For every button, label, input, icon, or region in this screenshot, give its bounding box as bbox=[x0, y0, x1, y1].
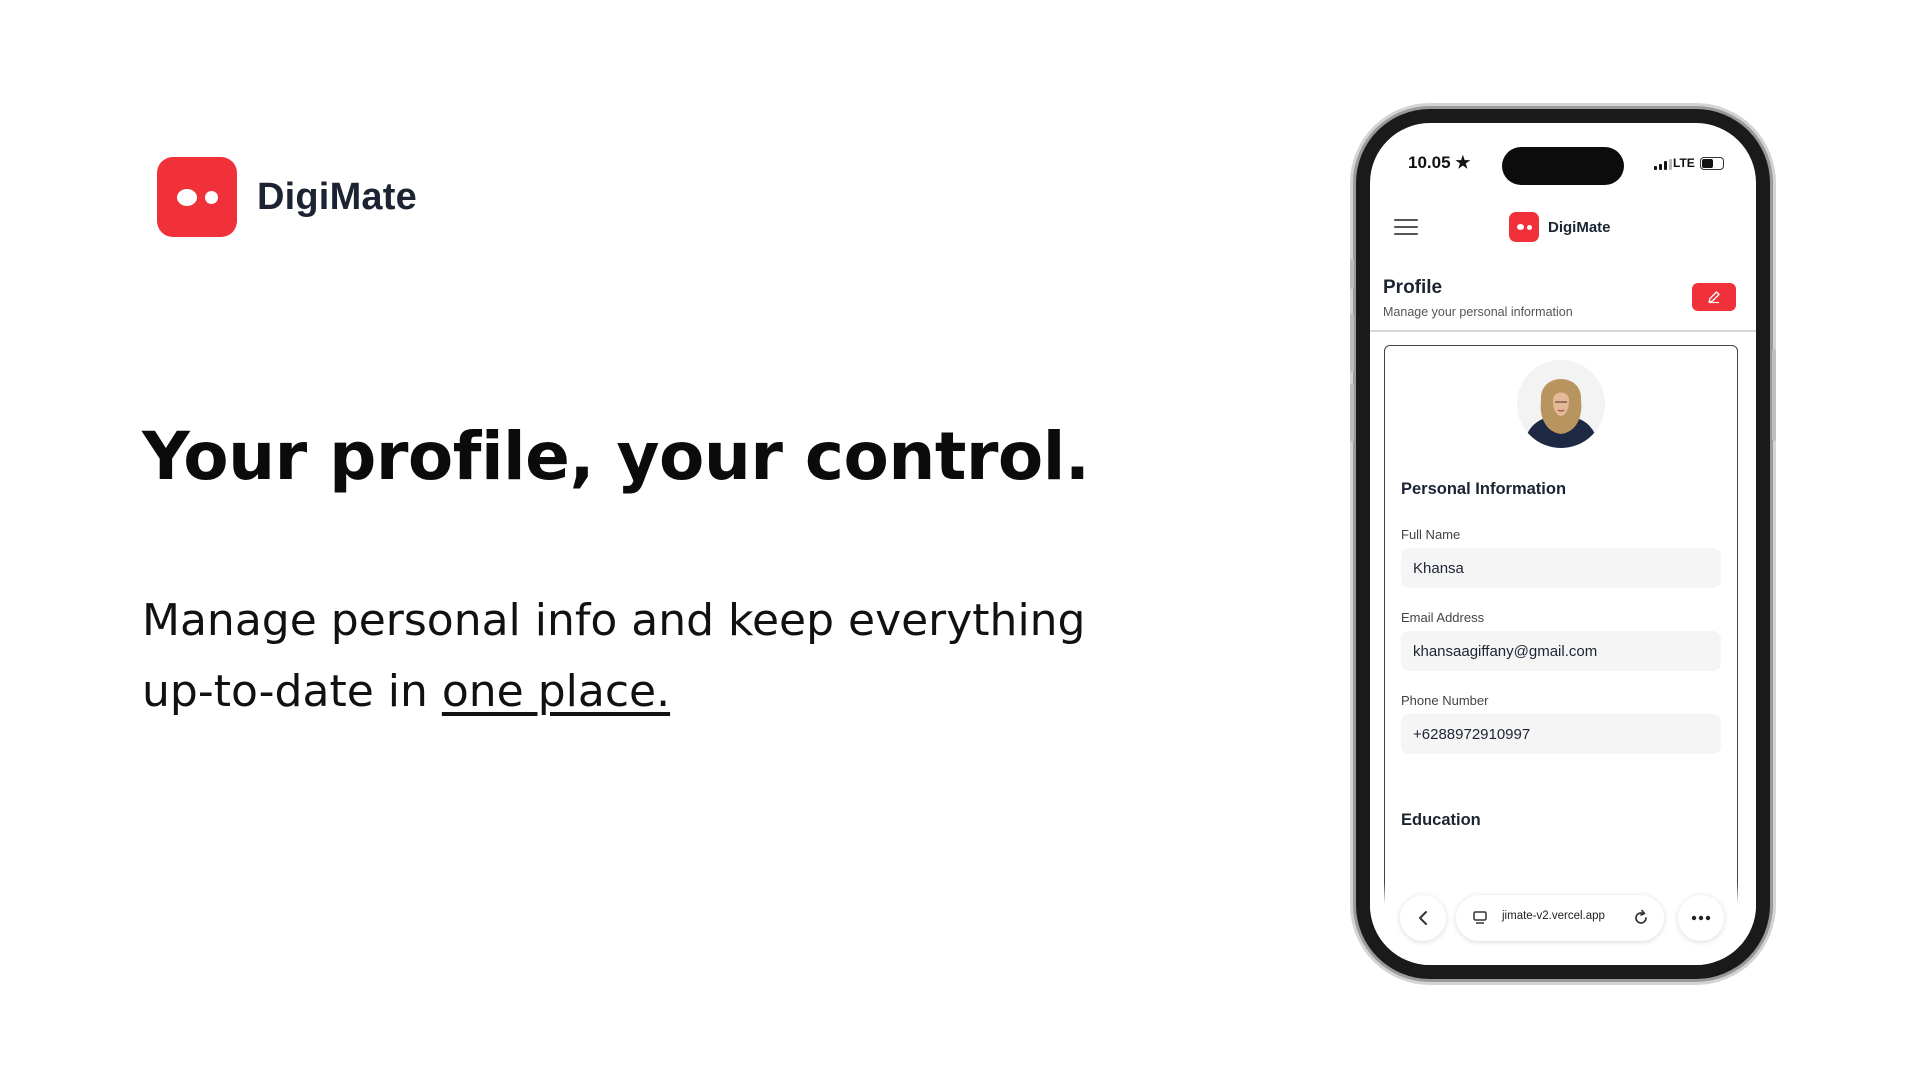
power-button bbox=[1772, 349, 1776, 441]
hamburger-icon[interactable] bbox=[1394, 219, 1418, 235]
profile-header: Profile Manage your personal information bbox=[1370, 275, 1756, 332]
subtext: Manage personal info and keep everything… bbox=[142, 585, 1102, 727]
url-text: jimate-v2.vercel.app bbox=[1502, 910, 1605, 922]
status-time: 10.05 ★ bbox=[1408, 153, 1471, 172]
one-place-link[interactable]: one place. bbox=[442, 666, 670, 717]
brand-name: DigiMate bbox=[257, 175, 417, 218]
browser-toolbar: jimate-v2.vercel.app bbox=[1370, 883, 1756, 953]
app-name: DigiMate bbox=[1548, 218, 1611, 236]
signal-icon bbox=[1654, 159, 1672, 170]
app-header: DigiMate bbox=[1370, 203, 1756, 253]
phone-screen: 10.05 ★ LTE DigiMate Profile Manage your… bbox=[1370, 123, 1756, 965]
volume-down-button bbox=[1350, 384, 1354, 442]
digimate-logo bbox=[157, 157, 237, 237]
dynamic-island bbox=[1502, 147, 1624, 185]
phone-field[interactable]: +6288972910997 bbox=[1401, 714, 1721, 754]
avatar[interactable] bbox=[1517, 360, 1605, 448]
headline: Your profile, your control. bbox=[142, 418, 1090, 495]
app-brand[interactable]: DigiMate bbox=[1509, 212, 1611, 242]
page-title: Profile bbox=[1383, 277, 1443, 298]
reload-icon[interactable] bbox=[1632, 909, 1650, 927]
page-subtitle: Manage your personal information bbox=[1383, 305, 1573, 319]
full-name-field[interactable]: Khansa bbox=[1401, 548, 1721, 588]
volume-up-button bbox=[1350, 314, 1354, 372]
edit-profile-button[interactable] bbox=[1692, 283, 1736, 311]
app-logo bbox=[1509, 212, 1539, 242]
profile-card: Personal Information Full Name Khansa Em… bbox=[1384, 345, 1738, 965]
full-name-label: Full Name bbox=[1401, 527, 1461, 542]
personal-info-title: Personal Information bbox=[1401, 480, 1567, 498]
network-label: LTE bbox=[1673, 156, 1695, 170]
phone-mockup: 10.05 ★ LTE DigiMate Profile Manage your… bbox=[1350, 109, 1776, 979]
address-bar[interactable]: jimate-v2.vercel.app bbox=[1456, 895, 1664, 941]
back-button[interactable] bbox=[1400, 895, 1446, 941]
tab-icon bbox=[1473, 911, 1487, 924]
status-bar: 10.05 ★ LTE bbox=[1370, 123, 1756, 185]
phone-label: Phone Number bbox=[1401, 693, 1489, 708]
pencil-icon bbox=[1708, 291, 1720, 304]
battery-icon bbox=[1700, 157, 1724, 170]
email-field[interactable]: khansaagiffany@gmail.com bbox=[1401, 631, 1721, 671]
education-title: Education bbox=[1401, 811, 1481, 829]
email-label: Email Address bbox=[1401, 610, 1485, 625]
action-button bbox=[1350, 259, 1354, 289]
more-button[interactable] bbox=[1678, 895, 1724, 941]
brand: DigiMate bbox=[157, 157, 417, 237]
more-icon bbox=[1691, 915, 1711, 921]
chevron-left-icon bbox=[1419, 911, 1427, 925]
